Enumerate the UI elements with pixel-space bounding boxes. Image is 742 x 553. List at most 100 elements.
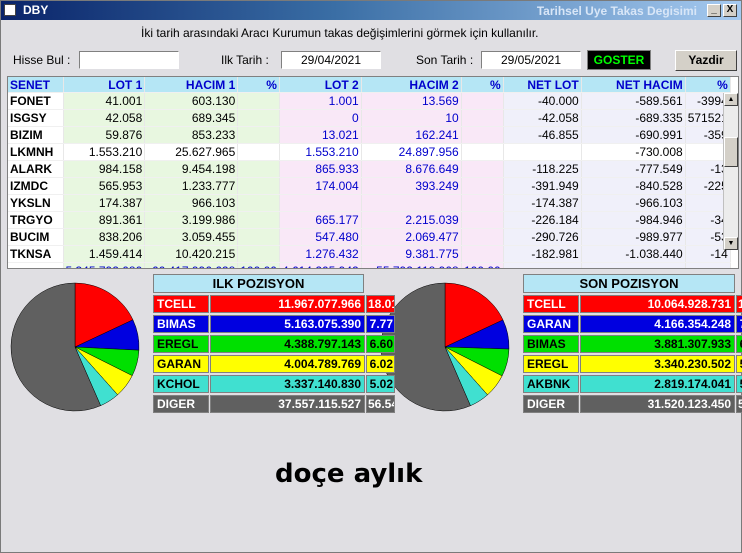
search-input[interactable] (79, 51, 179, 69)
cell-lot-2: 1.553.210 (279, 143, 362, 161)
column-header[interactable]: HACIM 1 (144, 77, 239, 93)
cell-lot-1: 1.553.210 (63, 143, 146, 161)
table-total-row[interactable]: 5.345.792.08066.417.996.628100,004.614.2… (8, 262, 731, 268)
position-percent: 56.54 (366, 395, 395, 413)
minimize-button[interactable]: _ (707, 4, 721, 17)
cell-lot-2: 665.177 (279, 211, 362, 229)
table-row[interactable]: TRGYO 891.361 3.199.986 665.177 2.215.039 -22… (8, 211, 731, 229)
stock-code: BIMAS (523, 335, 579, 353)
ilk-pozisyon-row: EREGL 4.388.797.143 6.60 (153, 335, 396, 353)
position-value: 4.004.789.769 (210, 355, 365, 373)
close-button[interactable]: X (723, 4, 737, 17)
cell-hacim-2: 8.676.649 (361, 160, 462, 178)
cell-net-hacim: -966.103 (581, 194, 686, 212)
position-percent: 5.02 (366, 375, 395, 393)
stock-code: GARAN (523, 315, 579, 333)
stock-code: GARAN (153, 355, 209, 373)
column-header[interactable]: SENET (8, 77, 64, 93)
stock-code: TCELL (153, 295, 209, 313)
cell-- (461, 160, 504, 178)
son-pozisyon-row: BIMAS3.881.307.9336.95 (523, 335, 742, 353)
app-window: DBY Tarihsel Uye Takas Degisimi _ X İki … (0, 0, 742, 553)
position-percent: 18.04 (736, 295, 742, 313)
position-value: 4.388.797.143 (210, 335, 365, 353)
table-row[interactable]: ALARK 984.158 9.454.198 865.933 8.676.649 -11… (8, 160, 731, 178)
cell-- (237, 194, 280, 212)
column-header[interactable]: NET LOT (503, 77, 582, 93)
cell-net-hacim: -989.977 (581, 228, 686, 246)
ilk-pozisyon-row: KCHOL 3.337.140.830 5.02 (153, 375, 396, 393)
son-pozisyon-row: GARAN4.166.354.2487.46 (523, 315, 742, 333)
cell-- (237, 228, 280, 246)
position-percent: 56.49 (736, 395, 742, 413)
son-pozisyon-row: AKBNK2.819.174.0415.05 (523, 375, 742, 393)
cell-- (237, 245, 280, 263)
cell-hacim-1: 66.417.996.628 (144, 262, 239, 268)
cell-senet: BIZIM (8, 126, 64, 144)
cell-net-hacim: -984.946 (581, 211, 686, 229)
cell-hacim-1: 603.130 (144, 92, 239, 110)
cell-lot-2: 1.276.432 (279, 245, 362, 263)
cell-hacim-2: 24.897.956 (361, 143, 462, 161)
vertical-scrollbar[interactable]: ▲ ▼ (723, 93, 738, 250)
position-value: 3.337.140.830 (210, 375, 365, 393)
scroll-down-icon[interactable]: ▼ (724, 237, 738, 250)
position-percent: 6.95 (736, 335, 742, 353)
table-row[interactable]: TKNSA 1.459.414 10.420.215 1.276.432 9.381.7… (8, 245, 731, 263)
start-date-field[interactable]: 29/04/2021 (281, 51, 381, 69)
position-value: 10.064.928.731 (580, 295, 735, 313)
cell-net-hacim: -690.991 (581, 126, 686, 144)
column-header[interactable]: HACIM 2 (361, 77, 462, 93)
column-header[interactable]: % (237, 77, 280, 93)
ilk-pozisyon-row: GARAN 4.004.789.769 6.02 (153, 355, 396, 373)
end-date-field[interactable]: 29/05/2021 (481, 51, 581, 69)
cell-lot-1: 42.058 (63, 109, 146, 127)
cell-net-lot: -290.726 (503, 228, 582, 246)
table-header-row[interactable]: SENET LOT 1 HACIM 1% LOT 2 HACIM 2% NET LOT NE… (8, 77, 731, 93)
stock-code: AKBNK (523, 375, 579, 393)
cell-net-hacim: -840.528 (581, 177, 686, 195)
cell-- (237, 143, 280, 161)
cell-- (461, 228, 504, 246)
table-row[interactable]: BIZIM 59.876 853.233 13.021 162.241 -46.855 -6… (8, 126, 731, 144)
position-value: 11.967.077.966 (210, 295, 365, 313)
cell-net-lot: -226.184 (503, 211, 582, 229)
column-header[interactable]: NET HACIM (581, 77, 686, 93)
table-row[interactable]: LKMNH 1.553.210 25.627.965 1.553.210 24.897.… (8, 143, 731, 161)
table-row[interactable]: IZMDC 565.953 1.233.777 174.004 393.249 -391.… (8, 177, 731, 195)
table-row[interactable]: ISGSY 42.058 689.345 0 10 -42.058 -689.335 5715… (8, 109, 731, 127)
column-header[interactable]: % (685, 77, 731, 93)
position-percent: 7.46 (736, 315, 742, 333)
stock-code: DIGER (523, 395, 579, 413)
cell-senet: TKNSA (8, 245, 64, 263)
cell-lot-2: 0 (279, 109, 362, 127)
table-row[interactable]: YKSLN 174.387 966.103 -174.387 -966.103 (8, 194, 731, 212)
cell-hacim-1: 853.233 (144, 126, 239, 144)
cell-lot-1: 41.001 (63, 92, 146, 110)
scroll-thumb[interactable] (724, 137, 738, 167)
column-header[interactable]: LOT 1 (63, 77, 146, 93)
cell-- (461, 177, 504, 195)
print-button[interactable]: Yazdir (675, 50, 737, 71)
cell-- (237, 177, 280, 195)
column-header[interactable]: LOT 2 (279, 77, 362, 93)
son-pozisyon-table: TCELL10.064.928.73118.04 GARAN4.166.354.2… (523, 295, 742, 415)
window-subtitle: Tarihsel Uye Takas Degisimi (536, 4, 697, 18)
table-row[interactable]: FONET 41.001 603.130 1.001 13.569 -40.000 -589… (8, 92, 731, 110)
ilk-pie-chart (10, 282, 140, 412)
column-header[interactable]: % (461, 77, 504, 93)
goster-button[interactable]: GOSTER (587, 50, 651, 70)
cell-hacim-1: 966.103 (144, 194, 239, 212)
ilk-pozisyon-row: DIGER37.557.115.52756.54 (153, 395, 396, 413)
son-pozisyon-title: SON POZISYON (523, 274, 735, 293)
cell-net-hacim: -689.335 (581, 109, 686, 127)
cell-hacim-1: 3.199.986 (144, 211, 239, 229)
scroll-up-icon[interactable]: ▲ (724, 93, 738, 106)
ilk-pozisyon-row: BIMAS 5.163.075.390 7.77 (153, 315, 396, 333)
position-percent: 6.02 (366, 355, 395, 373)
stock-code: KCHOL (153, 375, 209, 393)
cell-- (461, 126, 504, 144)
cell-lot-1: 59.876 (63, 126, 146, 144)
table-row[interactable]: BUCIM 838.206 3.059.455 547.480 2.069.477 -29… (8, 228, 731, 246)
position-value: 37.557.115.527 (210, 395, 365, 413)
